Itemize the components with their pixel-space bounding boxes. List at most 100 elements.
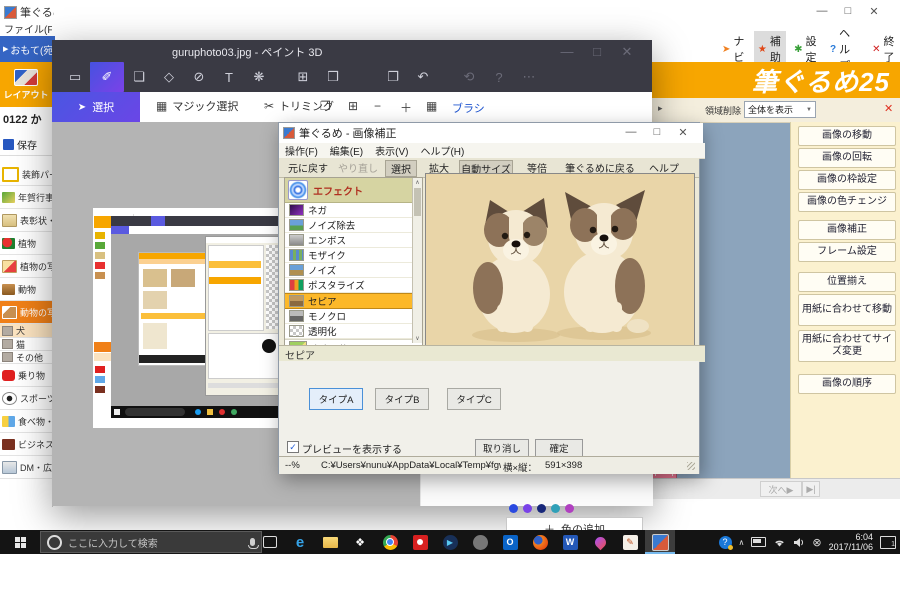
text-tool-icon[interactable]: T bbox=[214, 70, 244, 85]
effect-item-sepia[interactable]: セピア bbox=[285, 293, 413, 309]
color-swatch[interactable] bbox=[523, 504, 532, 513]
dialog-minimize-icon[interactable]: — bbox=[621, 126, 641, 138]
canvas-icon[interactable]: ⊞ bbox=[288, 69, 318, 85]
effect-item-nega[interactable]: ネガ bbox=[285, 203, 413, 218]
type-b-button[interactable]: タイプB bbox=[375, 388, 429, 410]
effects-icon[interactable]: ❋ bbox=[244, 69, 274, 85]
zoom-out-icon[interactable]: − bbox=[374, 99, 381, 113]
help-tray-icon[interactable]: ? bbox=[719, 536, 732, 549]
canvas-toggle-icon[interactable]: ▦ bbox=[426, 99, 437, 113]
shapes-2d-icon[interactable]: ❏ bbox=[124, 69, 154, 85]
history-icon[interactable]: ⟲ bbox=[454, 69, 484, 85]
scrollbar-thumb[interactable] bbox=[414, 188, 421, 216]
select-mode-button[interactable]: 選択 bbox=[385, 160, 417, 177]
panel-button-image-order[interactable]: 画像の順序 bbox=[798, 374, 896, 394]
sidebar-subitem-cat[interactable]: 猫 bbox=[0, 338, 52, 351]
color-swatch[interactable] bbox=[565, 504, 574, 513]
fudegurume-minimize-icon[interactable]: — bbox=[812, 5, 832, 17]
sidebar-subitem-dog[interactable]: 犬 bbox=[0, 324, 52, 338]
menu-operation[interactable]: 操作(F) bbox=[285, 143, 318, 158]
battery-icon[interactable] bbox=[751, 537, 766, 547]
resize-grip[interactable] bbox=[687, 462, 695, 470]
tray-clock[interactable]: 6:04 2017/11/06 bbox=[829, 532, 873, 552]
edge-button[interactable]: e bbox=[285, 530, 315, 554]
file-explorer-button[interactable] bbox=[315, 530, 345, 554]
effect-item-transparency[interactable]: 透明化 bbox=[285, 324, 413, 339]
nested-screenshot[interactable] bbox=[93, 208, 293, 428]
paint3d-close-icon[interactable]: ✕ bbox=[612, 44, 642, 60]
task-view-button[interactable] bbox=[255, 530, 285, 554]
menu-view[interactable]: 表示(V) bbox=[375, 143, 408, 158]
firefox-button[interactable] bbox=[525, 530, 555, 554]
effect-item-emboss[interactable]: エンボス bbox=[285, 233, 413, 248]
region-dropdown[interactable]: 全体を表示 ▼ bbox=[744, 101, 816, 118]
start-button[interactable] bbox=[0, 530, 40, 554]
panel-button-move-to-paper[interactable]: 用紙に合わせて移動 bbox=[798, 294, 896, 326]
cancel-button[interactable]: 取り消し bbox=[475, 439, 529, 457]
undo-button[interactable]: 元に戻す bbox=[284, 160, 332, 175]
notification-icon[interactable]: 1 bbox=[880, 536, 896, 549]
paint3d-minimize-icon[interactable]: — bbox=[552, 44, 582, 59]
scrollbar-up-icon[interactable]: ∧ bbox=[413, 178, 422, 186]
save-button[interactable]: 保存 bbox=[0, 133, 55, 156]
zoom-in-icon[interactable]: ＋ bbox=[400, 99, 412, 116]
dialog-maximize-icon[interactable]: □ bbox=[647, 126, 667, 138]
wifi-icon[interactable] bbox=[773, 537, 786, 548]
next-last-button[interactable]: ▶| bbox=[802, 481, 820, 497]
maps-button[interactable] bbox=[585, 530, 615, 554]
menu-edit[interactable]: 編集(E) bbox=[330, 143, 363, 158]
panel-button-frame-setting[interactable]: フレーム設定 bbox=[798, 242, 896, 262]
next-step-button[interactable]: 次へ▶ bbox=[760, 481, 802, 497]
red-app-button[interactable] bbox=[405, 530, 435, 554]
panel-button-move-image[interactable]: 画像の移動 bbox=[798, 126, 896, 146]
action-x-icon[interactable]: ⊗ bbox=[812, 536, 821, 549]
library-3d-icon[interactable]: ❒ bbox=[318, 69, 348, 85]
sidebar-item-plants[interactable]: 植物 bbox=[0, 232, 52, 255]
sidebar-item-deco-parts[interactable]: 装飾パーツ bbox=[0, 163, 52, 186]
word-button[interactable]: W bbox=[555, 530, 585, 554]
fudegurume-close-icon[interactable]: ✕ bbox=[864, 5, 884, 18]
help-bulb-icon[interactable]: ? bbox=[484, 70, 514, 85]
gray-app-button[interactable] bbox=[465, 530, 495, 554]
panel-button-image-correction[interactable]: 画像補正 bbox=[798, 220, 896, 240]
dialog-close-icon[interactable]: ✕ bbox=[673, 126, 693, 139]
grid-icon[interactable]: ⊞ bbox=[348, 99, 358, 113]
copy-icon[interactable]: ❐ bbox=[320, 99, 331, 113]
confirm-button[interactable]: 確定 bbox=[535, 439, 583, 457]
magic-select-button[interactable]: ▦ マジック選択 bbox=[156, 98, 238, 114]
type-c-button[interactable]: タイプC bbox=[447, 388, 501, 410]
sidebar-item-plant-photos[interactable]: 植物の写真 bbox=[0, 255, 52, 278]
tray-expand-icon[interactable]: ∧ bbox=[739, 538, 745, 547]
effect-item-monochrome[interactable]: モノクロ bbox=[285, 309, 413, 324]
effect-item-mosaic[interactable]: モザイク bbox=[285, 248, 413, 263]
stickers-icon[interactable]: ⊘ bbox=[184, 69, 214, 85]
chrome-button[interactable] bbox=[375, 530, 405, 554]
notepad-button[interactable]: ✎ bbox=[615, 530, 645, 554]
select-tool-button[interactable]: ➤ 選択 bbox=[52, 92, 140, 122]
effect-item-noise-removal[interactable]: ノイズ除去 bbox=[285, 218, 413, 233]
panel-button-frame-settings[interactable]: 画像の枠設定 bbox=[798, 170, 896, 190]
shapes-3d-icon[interactable]: ◇ bbox=[154, 69, 184, 85]
effect-item-noise[interactable]: ノイズ bbox=[285, 263, 413, 278]
effects-header[interactable]: エフェクト bbox=[285, 178, 415, 203]
type-a-button[interactable]: タイプA bbox=[309, 388, 363, 410]
undo-icon[interactable]: ↶ bbox=[408, 69, 438, 85]
layout-button[interactable]: レイアウト bbox=[0, 62, 52, 107]
sidebar-subitem-other[interactable]: その他 bbox=[0, 351, 52, 364]
sidebar-item-business[interactable]: ビジネス bbox=[0, 433, 52, 456]
scrollbar-down-icon[interactable]: ∨ bbox=[413, 334, 422, 342]
sidebar-item-newyear-events[interactable]: 年賀行事 bbox=[0, 186, 52, 209]
panel-button-rotate-image[interactable]: 画像の回転 bbox=[798, 148, 896, 168]
redo-button[interactable]: やり直し bbox=[334, 160, 382, 175]
color-swatch[interactable] bbox=[537, 504, 546, 513]
sidebar-item-certificates[interactable]: 表彰状・のし bbox=[0, 209, 52, 232]
sidebar-item-food-drinks[interactable]: 食べ物・飲み bbox=[0, 410, 52, 433]
more-icon[interactable]: ⋯ bbox=[514, 69, 544, 85]
fudegurume-menubar[interactable]: ファイル(F) 編集(E) bbox=[4, 21, 52, 35]
sidebar-item-dm-ads[interactable]: DM・広告 bbox=[0, 456, 52, 479]
panel-button-resize-to-paper[interactable]: 用紙に合わせてサイズ変更 bbox=[798, 330, 896, 362]
taskbar-search[interactable]: ここに入力して検索 bbox=[40, 531, 262, 553]
panel-close-icon[interactable]: ✕ bbox=[884, 102, 893, 115]
panel-button-color-change[interactable]: 画像の色チェンジ bbox=[798, 192, 896, 212]
tab-front-side[interactable]: ▶ おもて(宛 bbox=[0, 36, 55, 62]
